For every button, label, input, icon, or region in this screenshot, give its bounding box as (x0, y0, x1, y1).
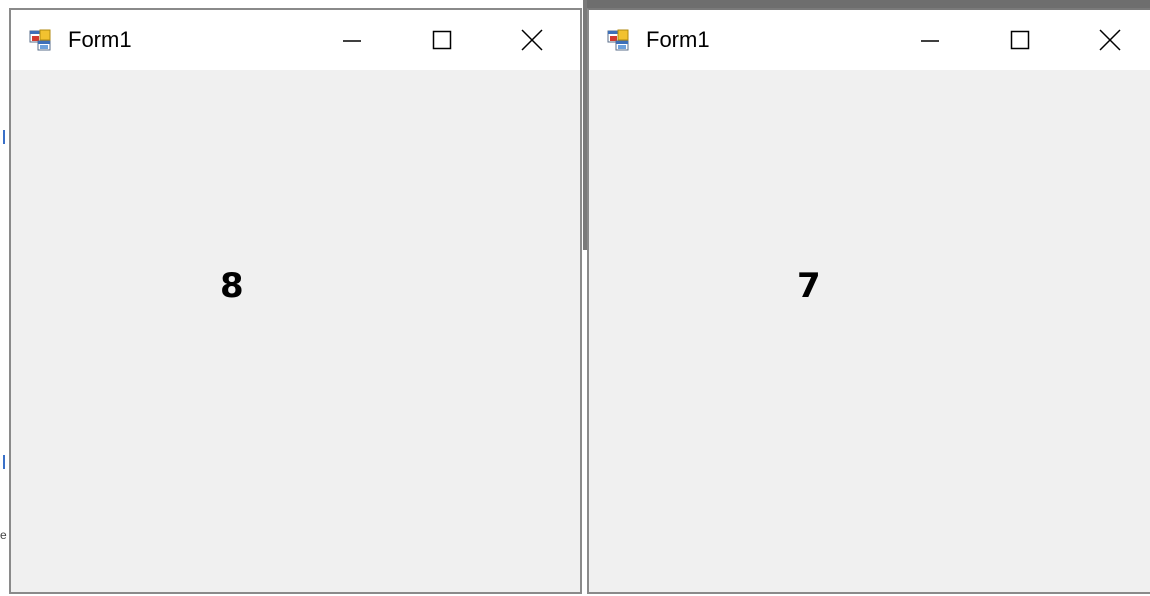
title-bar[interactable]: Form1 (11, 10, 580, 70)
background-tick (3, 130, 5, 144)
background-window-top-edge (587, 0, 1150, 8)
value-label: 7 (797, 266, 821, 306)
minimize-button[interactable] (885, 10, 975, 70)
client-area: 7 (589, 70, 1150, 592)
close-button[interactable] (487, 10, 577, 70)
minimize-icon (921, 40, 939, 42)
value-label: 8 (220, 266, 244, 306)
minimize-button[interactable] (307, 10, 397, 70)
close-button[interactable] (1065, 10, 1150, 70)
close-icon (1099, 29, 1121, 51)
window-title: Form1 (646, 27, 710, 52)
form-window-right[interactable]: Form1 7 (587, 8, 1150, 594)
maximize-button[interactable] (975, 10, 1065, 70)
close-icon (521, 29, 543, 51)
form-window-left[interactable]: Form1 8 (9, 8, 582, 594)
maximize-button[interactable] (397, 10, 487, 70)
background-tick (3, 455, 5, 469)
window-title: Form1 (68, 27, 132, 52)
background-window-edge: e (0, 0, 9, 596)
client-area: 8 (11, 70, 580, 592)
title-bar[interactable]: Form1 (589, 10, 1150, 70)
background-text-fragment: e (0, 528, 7, 542)
minimize-icon (343, 40, 361, 42)
windows-form-icon (29, 29, 51, 51)
desktop: e Form1 8 Form1 7 (0, 0, 1150, 596)
maximize-icon (432, 30, 452, 50)
maximize-icon (1010, 30, 1030, 50)
windows-form-icon (607, 29, 629, 51)
